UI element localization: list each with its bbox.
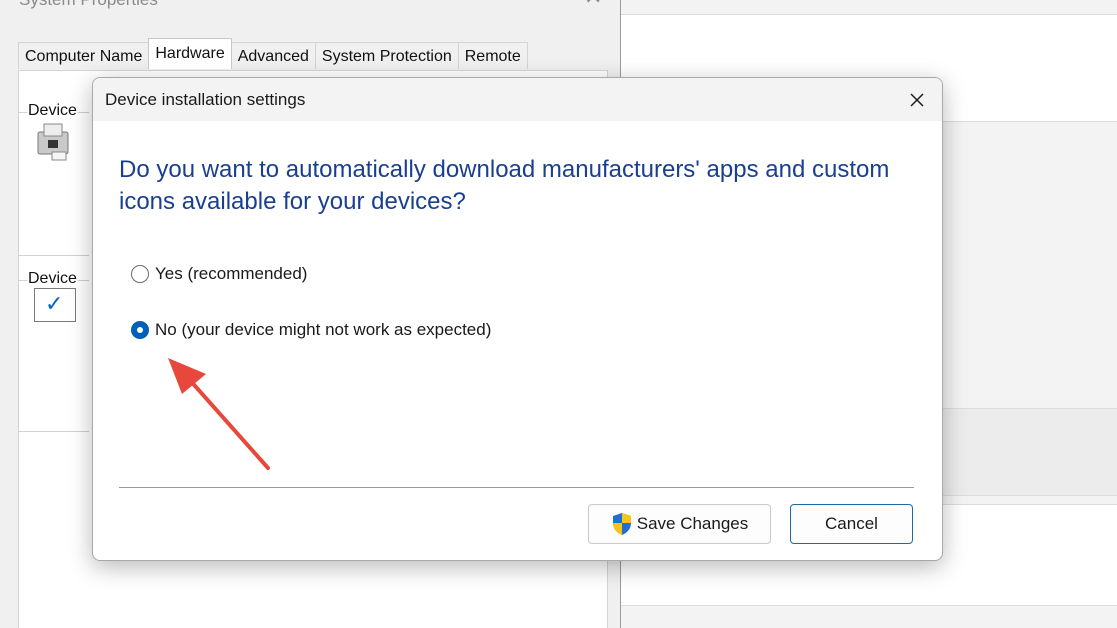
tab-computer-name[interactable]: Computer Name xyxy=(18,42,150,69)
tab-advanced[interactable]: Advanced xyxy=(230,42,316,69)
dialog-title: Device installation settings xyxy=(105,90,306,109)
close-icon xyxy=(910,93,924,107)
dialog-titlebar: Device installation settings xyxy=(93,78,942,121)
option-label: Yes (recommended) xyxy=(155,264,308,283)
close-icon[interactable]: ✕ xyxy=(584,0,602,8)
save-changes-button[interactable]: Save Changes xyxy=(588,504,771,544)
option-yes[interactable]: Yes (recommended) xyxy=(131,264,307,284)
dialog-question: Do you want to automatically download ma… xyxy=(119,156,890,215)
option-no[interactable]: No (your device might not work as expect… xyxy=(131,320,491,340)
tab-bar: Computer Name Hardware Advanced System P… xyxy=(18,38,528,70)
option-label: No (your device might not work as expect… xyxy=(155,320,492,339)
tab-remote[interactable]: Remote xyxy=(457,42,528,69)
divider xyxy=(119,487,914,488)
window-title: System Properties xyxy=(19,0,158,10)
cancel-button-label: Cancel xyxy=(825,514,878,533)
device-installation-dialog: Device installation settings Do you want… xyxy=(92,77,943,561)
close-button[interactable] xyxy=(901,84,933,116)
radio-button-selected[interactable] xyxy=(131,321,149,339)
group-label: Device xyxy=(27,270,78,288)
radio-button[interactable] xyxy=(131,265,149,283)
cancel-button[interactable]: Cancel xyxy=(790,504,913,544)
tab-hardware[interactable]: Hardware xyxy=(148,38,232,69)
checkbox[interactable]: ✓ xyxy=(34,288,76,322)
tab-system-protection[interactable]: System Protection xyxy=(314,42,459,69)
device-icon xyxy=(37,123,69,161)
uac-shield-icon xyxy=(611,512,633,536)
save-button-label: Save Changes xyxy=(636,514,749,533)
